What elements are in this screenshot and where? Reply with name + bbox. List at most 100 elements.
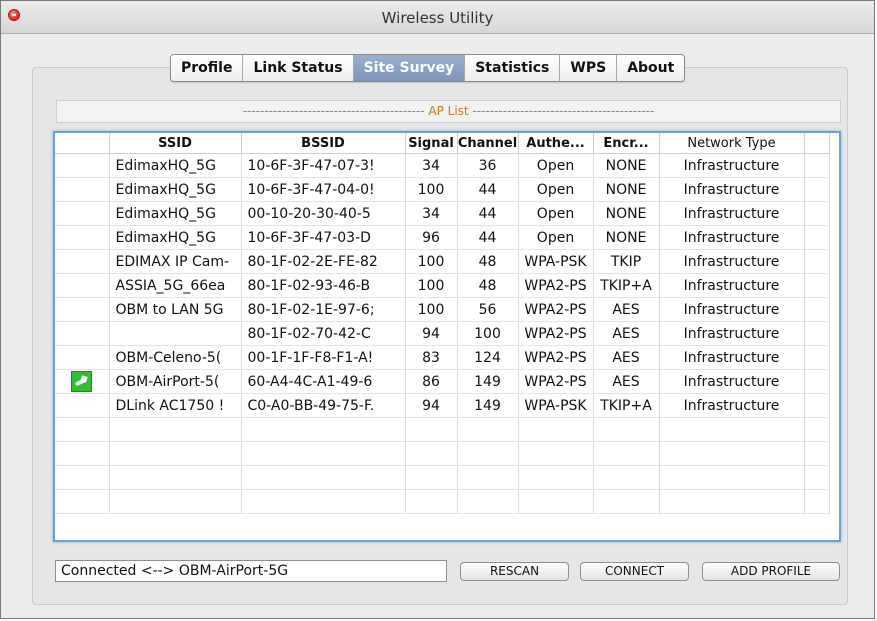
column-header-signal[interactable]: Signal <box>405 133 458 154</box>
cell-icon <box>55 201 110 226</box>
column-header-authentication[interactable]: Authe... <box>518 133 594 154</box>
cell-network-type <box>659 489 805 514</box>
cell-signal <box>405 489 458 514</box>
cell-ssid <box>109 321 242 346</box>
cell-filler <box>804 225 830 250</box>
cell-network-type: Infrastructure <box>659 369 805 394</box>
cell-bssid <box>241 441 406 466</box>
cell-channel <box>457 465 519 490</box>
cell-filler <box>804 201 830 226</box>
column-header-icon[interactable] <box>55 133 110 154</box>
table-row[interactable]: OBM-Celeno-5(00-1F-1F-F8-F1-A! 83 124 WPA2-… <box>55 345 830 370</box>
cell-icon <box>55 345 110 370</box>
tab-wps[interactable]: WPS <box>560 55 618 81</box>
title-bar[interactable]: Wireless Utility <box>1 1 874 34</box>
cell-encryption: TKIP+A <box>593 273 660 298</box>
cell-bssid: 80-1F-02-70-42-C <box>241 321 406 346</box>
tab-site-survey[interactable]: Site Survey <box>353 55 466 81</box>
cell-authentication: Open <box>518 201 594 226</box>
cell-icon <box>55 393 110 418</box>
tab-about[interactable]: About <box>617 55 685 81</box>
wireless-utility-window: Wireless Utility Profile Link Status Sit… <box>0 0 875 619</box>
cell-icon <box>55 153 110 178</box>
ap-list-body: EdimaxHQ_5G 10-6F-3F-47-07-3! 34 36 Open NONE… <box>55 153 830 514</box>
table-row[interactable]: DLink AC1750 ! C0-A0-BB-49-75-F. 94 149 WPA-… <box>55 393 830 418</box>
cell-authentication: WPA2-PS <box>518 321 594 346</box>
cell-signal: 94 <box>405 393 458 418</box>
cell-icon <box>55 489 110 514</box>
table-row[interactable] <box>55 489 830 514</box>
cell-channel: 44 <box>457 225 519 250</box>
cell-filler <box>804 153 830 178</box>
cell-filler <box>804 273 830 298</box>
table-row[interactable] <box>55 465 830 490</box>
tab-bar: Profile Link Status Site Survey Statisti… <box>170 54 686 82</box>
cell-network-type: Infrastructure <box>659 345 805 370</box>
table-row[interactable]: EdimaxHQ_5G 10-6F-3F-47-04-0! 100 44 Open NON… <box>55 177 830 202</box>
add-profile-button[interactable]: ADD PROFILE <box>702 562 840 581</box>
cell-icon <box>55 417 110 442</box>
table-row[interactable]: ASSIA_5G_66ea 80-1F-02-93-46-B 100 48 WPA2-P… <box>55 273 830 298</box>
column-header-channel[interactable]: Channel <box>457 133 519 154</box>
table-row[interactable]: OBM-AirPort-5(60-A4-4C-A1-49-6 86 149 WPA2-… <box>55 369 830 394</box>
cell-channel: 48 <box>457 273 519 298</box>
cell-filler <box>804 417 830 442</box>
cell-icon <box>55 273 110 298</box>
cell-authentication <box>518 441 594 466</box>
cell-filler <box>804 441 830 466</box>
cell-ssid: OBM to LAN 5G <box>109 297 242 322</box>
cell-ssid: ASSIA_5G_66ea <box>109 273 242 298</box>
cell-channel: 149 <box>457 393 519 418</box>
cell-bssid: 60-A4-4C-A1-49-6 <box>241 369 406 394</box>
table-row[interactable]: EDIMAX IP Cam- 80-1F-02-2E-FE-82 100 48 WPA-… <box>55 249 830 274</box>
cell-bssid: 00-10-20-30-40-5 <box>241 201 406 226</box>
table-row[interactable]: EdimaxHQ_5G 10-6F-3F-47-03-D 96 44 Open NONE I… <box>55 225 830 250</box>
column-header-bssid[interactable]: BSSID <box>241 133 406 154</box>
cell-signal: 94 <box>405 321 458 346</box>
table-row[interactable] <box>55 417 830 442</box>
connect-button[interactable]: CONNECT <box>580 562 689 581</box>
connection-status-field: Connected <--> OBM-AirPort-5G <box>55 560 447 582</box>
column-header-network-type[interactable]: Network Type <box>659 133 805 154</box>
cell-ssid: OBM-AirPort-5( <box>109 369 242 394</box>
cell-signal: 96 <box>405 225 458 250</box>
column-header-ssid[interactable]: SSID <box>109 133 242 154</box>
cell-authentication: WPA-PSK <box>518 249 594 274</box>
table-header-row: SSID BSSID Signal Channel Authe... Encr.… <box>55 133 830 154</box>
tab-statistics[interactable]: Statistics <box>465 55 561 81</box>
cell-network-type <box>659 465 805 490</box>
cell-authentication: Open <box>518 225 594 250</box>
cell-channel <box>457 489 519 514</box>
ap-list-label: AP List <box>428 104 469 118</box>
tab-link-status[interactable]: Link Status <box>243 55 354 81</box>
cell-channel: 56 <box>457 297 519 322</box>
table-row[interactable]: EdimaxHQ_5G 00-10-20-30-40-5 34 44 Open NONE I… <box>55 201 830 226</box>
cell-encryption: AES <box>593 297 660 322</box>
cell-authentication: WPA2-PS <box>518 345 594 370</box>
column-header-encryption[interactable]: Encr... <box>593 133 660 154</box>
cell-icon <box>55 297 110 322</box>
column-header-filler <box>804 133 830 154</box>
table-row[interactable]: OBM to LAN 5G 80-1F-02-1E-97-6; 100 56 WPA2-… <box>55 297 830 322</box>
cell-channel: 100 <box>457 321 519 346</box>
cell-authentication: WPA-PSK <box>518 393 594 418</box>
ap-list-banner: ----------------------------------------… <box>56 100 841 123</box>
table-row[interactable]: 80-1F-02-70-42-C 94 100 WPA2-PS AES Infrastru… <box>55 321 830 346</box>
cell-network-type: Infrastructure <box>659 249 805 274</box>
cell-network-type <box>659 417 805 442</box>
rescan-button[interactable]: RESCAN <box>460 562 569 581</box>
cell-bssid: 00-1F-1F-F8-F1-A! <box>241 345 406 370</box>
cell-ssid: OBM-Celeno-5( <box>109 345 242 370</box>
tab-profile[interactable]: Profile <box>171 55 244 81</box>
table-row[interactable] <box>55 441 830 466</box>
cell-ssid <box>109 417 242 442</box>
cell-icon <box>55 369 110 394</box>
cell-signal: 34 <box>405 153 458 178</box>
cell-bssid: 80-1F-02-1E-97-6; <box>241 297 406 322</box>
ap-list-table[interactable]: SSID BSSID Signal Channel Authe... Encr.… <box>53 131 841 542</box>
cell-bssid: 80-1F-02-93-46-B <box>241 273 406 298</box>
cell-bssid <box>241 489 406 514</box>
cell-signal: 100 <box>405 177 458 202</box>
table-row[interactable]: EdimaxHQ_5G 10-6F-3F-47-07-3! 34 36 Open NONE… <box>55 153 830 178</box>
cell-signal <box>405 465 458 490</box>
